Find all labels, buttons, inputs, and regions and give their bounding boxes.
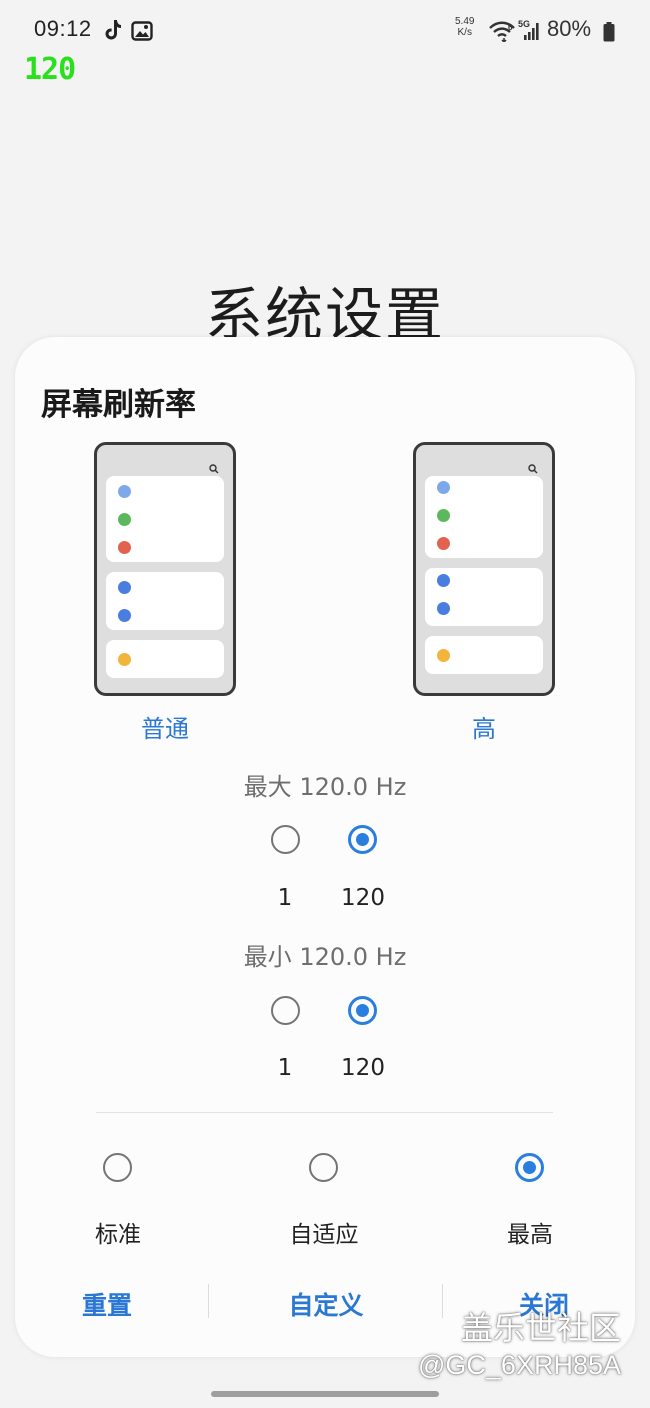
battery-icon (603, 22, 615, 46)
preview-card (106, 476, 224, 562)
preview-card (425, 636, 543, 674)
dot-light-blue (118, 485, 131, 498)
mode-adaptive-label[interactable]: 自适应 (274, 1215, 374, 1249)
home-indicator[interactable] (211, 1391, 439, 1397)
mode-highest-label[interactable]: 最高 (490, 1215, 570, 1249)
tiktok-icon (104, 19, 122, 45)
network-type-label: 5G (518, 19, 530, 29)
image-icon (131, 21, 153, 45)
reset-button[interactable]: 重置 (17, 1286, 197, 1322)
watermark-user: @GC_6XRH85A (418, 1350, 621, 1380)
net-speed: 5.49 K/s (455, 16, 474, 38)
dot-green (437, 509, 450, 522)
divider (96, 1112, 553, 1113)
net-speed-unit: K/s (457, 27, 472, 38)
min-rate-label-120: 120 (341, 1055, 385, 1081)
5g-signal-icon: 5G (518, 18, 542, 46)
max-rate-caption: 最大 120.0 Hz (243, 773, 407, 801)
max-rate-radio-120[interactable] (348, 825, 377, 854)
preview-card (425, 568, 543, 626)
dot-blue (118, 581, 131, 594)
net-speed-value: 5.49 (455, 16, 475, 27)
mode-adaptive-radio[interactable] (309, 1153, 338, 1182)
dot-green (118, 513, 131, 526)
status-bar: 09:12 5.49 K/s 6 5G 80% (0, 0, 650, 60)
min-rate-label-1: 1 (277, 1055, 293, 1081)
mode-highest-radio[interactable] (515, 1153, 544, 1182)
watermark-site: 盖乐世社区 (461, 1309, 622, 1347)
min-rate-radio-1[interactable] (271, 996, 300, 1025)
max-rate-radio-1[interactable] (271, 825, 300, 854)
min-rate-caption: 最小 120.0 Hz (243, 943, 407, 971)
preview-normal-label[interactable]: 普通 (94, 709, 236, 744)
button-separator (442, 1284, 443, 1318)
button-separator (208, 1284, 209, 1318)
phone-preview-high (413, 442, 555, 696)
custom-button[interactable]: 自定义 (236, 1286, 416, 1322)
refresh-rate-dialog: 屏幕刷新率 普通 高 最大 120.0 Hz 1 120 最小 120.0 Hz… (15, 337, 635, 1357)
dot-red (437, 537, 450, 550)
preview-card (106, 640, 224, 678)
min-rate-radio-120[interactable] (348, 996, 377, 1025)
fps-counter: 120 (24, 52, 76, 87)
dialog-title: 屏幕刷新率 (41, 387, 196, 423)
mode-standard-radio[interactable] (103, 1153, 132, 1182)
mode-standard-label[interactable]: 标准 (78, 1215, 158, 1249)
dot-yellow (437, 649, 450, 662)
preview-high-label[interactable]: 高 (413, 709, 555, 744)
battery-percent: 80% (547, 16, 592, 41)
status-time: 09:12 (34, 16, 92, 41)
wifi-icon: 6 (488, 20, 516, 46)
max-rate-label-1: 1 (277, 885, 293, 911)
dot-blue (437, 574, 450, 587)
preview-high[interactable] (413, 442, 555, 696)
preview-card (106, 572, 224, 630)
dot-blue (437, 602, 450, 615)
dot-blue (118, 609, 131, 622)
dot-light-blue (437, 481, 450, 494)
phone-preview-normal (94, 442, 236, 696)
preview-card (425, 476, 543, 558)
preview-normal[interactable] (94, 442, 236, 696)
dot-red (118, 541, 131, 554)
svg-text:6: 6 (508, 23, 513, 32)
max-rate-label-120: 120 (341, 885, 385, 911)
dot-yellow (118, 653, 131, 666)
